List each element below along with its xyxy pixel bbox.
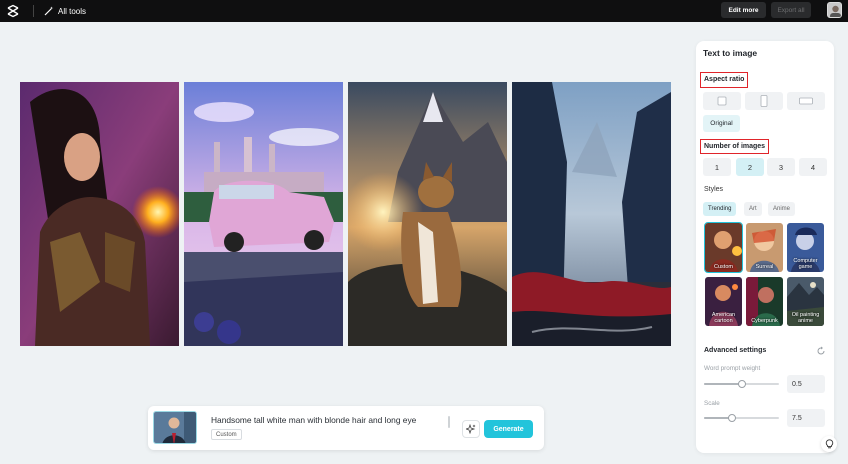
portrait-image [20, 82, 179, 346]
square-ratio-icon [717, 96, 727, 106]
aspect-ratio-original-button[interactable]: Original [703, 115, 740, 132]
generated-image-1[interactable] [20, 82, 179, 346]
all-tools-button[interactable]: All tools [44, 3, 86, 19]
scale-label: Scale [704, 400, 720, 407]
slider-thumb[interactable] [727, 414, 736, 422]
style-card-custom[interactable]: Custom [704, 222, 743, 273]
cat-image [348, 82, 507, 346]
word-prompt-weight-label: Word prompt weight [704, 365, 761, 372]
panel-title: Text to image [703, 48, 758, 58]
divider [33, 5, 34, 17]
settings-panel: Text to image Aspect ratio Original Numb… [696, 41, 834, 453]
advanced-settings-label: Advanced settings [704, 347, 767, 354]
reference-image [154, 412, 196, 443]
avatar-image [828, 3, 841, 17]
style-tag: Custom [211, 429, 242, 440]
landscape-ratio-icon [799, 97, 813, 105]
export-all-button[interactable]: Export all [771, 2, 811, 18]
style-card-computer-game[interactable]: Computer game [787, 223, 824, 272]
reference-image-thumbnail[interactable] [153, 411, 197, 444]
prompt-text[interactable]: Handsome tall white man with blonde hair… [211, 415, 416, 425]
user-avatar[interactable] [827, 2, 842, 18]
tips-button[interactable] [821, 436, 837, 452]
word-prompt-weight-slider[interactable] [704, 380, 779, 388]
tab-anime[interactable]: Anime [768, 202, 796, 216]
style-card-cyberpunk[interactable]: Cyberpunk [746, 277, 783, 326]
generated-image-4[interactable] [512, 82, 671, 346]
style-card-label: Custom [714, 264, 733, 270]
styles-label: Styles [704, 186, 724, 193]
scale-slider[interactable] [704, 414, 779, 422]
number-option-3[interactable]: 3 [767, 158, 795, 176]
style-card-label: Oil painting anime [791, 312, 820, 324]
magic-enhance-button[interactable] [462, 420, 480, 438]
prompt-bar: Handsome tall white man with blonde hair… [148, 406, 544, 450]
number-option-1[interactable]: 1 [703, 158, 731, 176]
generated-image-2[interactable] [184, 82, 343, 346]
edit-more-button[interactable]: Edit more [721, 2, 766, 18]
aspect-ratio-label: Aspect ratio [704, 76, 745, 83]
sparkle-icon [466, 424, 476, 434]
prompt-scrollbar[interactable] [448, 416, 450, 428]
number-option-2[interactable]: 2 [736, 158, 764, 176]
portrait-ratio-icon [760, 95, 768, 107]
magic-wand-icon [44, 6, 54, 16]
aspect-ratio-portrait-button[interactable] [745, 92, 783, 110]
car-image [184, 82, 343, 346]
reset-icon[interactable] [816, 346, 826, 356]
aspect-ratio-landscape-button[interactable] [787, 92, 825, 110]
slider-thumb[interactable] [737, 380, 746, 388]
word-prompt-weight-value[interactable]: 0.5 [787, 375, 825, 393]
tab-art[interactable]: Art [744, 202, 762, 216]
app-logo-icon[interactable] [6, 4, 20, 18]
style-card-label: Cyberpunk [751, 318, 778, 324]
aspect-ratio-square-button[interactable] [703, 92, 741, 110]
generated-image-3[interactable] [348, 82, 507, 346]
style-card-label: Computer game [793, 258, 818, 270]
style-card-oil-painting-anime[interactable]: Oil painting anime [787, 277, 824, 326]
tab-trending[interactable]: Trending [703, 202, 737, 216]
style-card-american-cartoon[interactable]: American cartoon [705, 277, 742, 326]
lightbulb-icon [825, 439, 833, 449]
generate-button[interactable]: Generate [484, 420, 533, 438]
number-option-4[interactable]: 4 [799, 158, 827, 176]
top-bar: All tools Edit more Export all [0, 0, 848, 22]
style-card-label: Surreal [755, 264, 774, 270]
style-card-surreal[interactable]: Surreal [746, 223, 783, 272]
number-of-images-label: Number of images [704, 143, 766, 150]
style-card-label: American cartoon [711, 312, 736, 324]
landscape-image [512, 82, 671, 346]
slider-fill [704, 383, 742, 385]
scale-value[interactable]: 7.5 [787, 409, 825, 427]
all-tools-label: All tools [58, 6, 87, 16]
